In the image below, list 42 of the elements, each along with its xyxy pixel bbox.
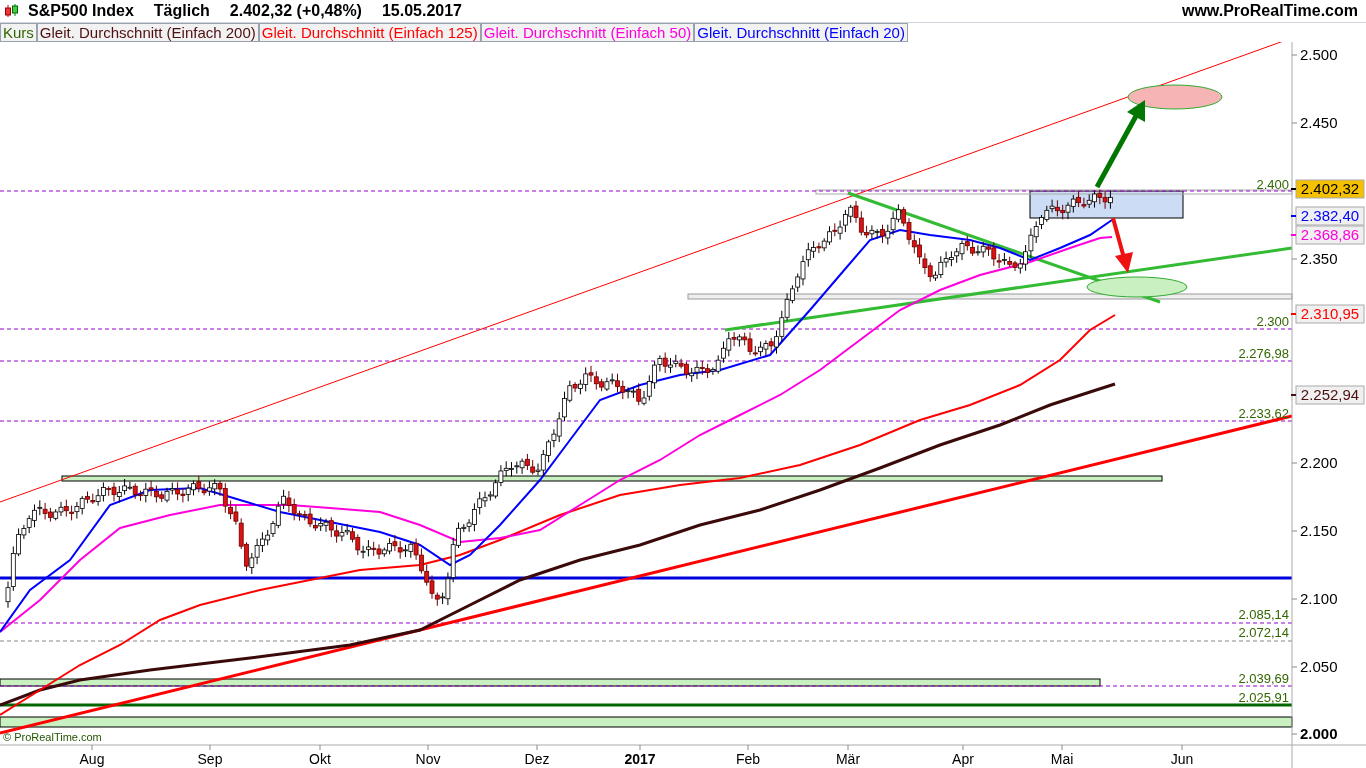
y-axis-label: 2.350 — [1300, 250, 1338, 267]
level-label: 2.072,14 — [1238, 625, 1289, 640]
y-axis-label: 2.100 — [1300, 590, 1338, 607]
level-label: 2.276,98 — [1238, 346, 1289, 361]
level-label: 2.039,69 — [1238, 671, 1289, 686]
level-label: 2.400 — [1256, 177, 1289, 192]
level-label: 2.025,91 — [1238, 690, 1289, 705]
price-marker: 2.310,95 — [1295, 304, 1365, 324]
chart-title: S&P500 Index — [28, 1, 134, 21]
x-axis-label: Sep — [197, 751, 223, 767]
x-axis-label: Okt — [309, 751, 331, 767]
x-axis-label: Mai — [1050, 751, 1074, 767]
x-axis-label: Mär — [835, 751, 861, 767]
legend-item[interactable]: Gleit. Durchschnitt (Einfach 125) — [258, 23, 481, 42]
legend-item[interactable]: Gleit. Durchschnitt (Einfach 200) — [36, 23, 259, 42]
level-label: 2.085,14 — [1238, 607, 1289, 622]
x-axis-label: Jun — [1170, 751, 1194, 767]
x-axis-label: Dez — [524, 751, 550, 767]
y-axis-label: 2.050 — [1300, 658, 1338, 675]
chart-date: 15.05.2017 — [381, 1, 462, 21]
x-axis-label: Nov — [415, 751, 441, 767]
x-axis-label: Apr — [952, 751, 974, 767]
y-axis-label: 2.450 — [1300, 114, 1338, 131]
price-marker: 2.368,86 — [1295, 225, 1365, 245]
x-axis-label: 2017 — [624, 751, 656, 767]
x-axis-label: Feb — [735, 751, 761, 767]
copyright-text: © ProRealTime.com — [3, 731, 102, 743]
period-label: Täglich — [153, 1, 210, 21]
y-axis-label: 2.150 — [1300, 522, 1338, 539]
price-marker: 2.382,40 — [1295, 206, 1365, 226]
price-change: 2.402,32 (+0,48%) — [229, 1, 362, 21]
y-axis-label: 2.000 — [1300, 725, 1338, 742]
x-axis-label: Aug — [79, 751, 105, 767]
level-label: 2.300 — [1256, 314, 1289, 329]
y-axis-label: 2.500 — [1300, 46, 1338, 63]
y-axis-label: 2.200 — [1300, 454, 1338, 471]
price-marker: 2.252,94 — [1295, 385, 1365, 405]
legend-item[interactable]: Kurs — [0, 23, 37, 42]
legend-item[interactable]: Gleit. Durchschnitt (Einfach 20) — [694, 23, 908, 42]
level-label: 2.233,62 — [1238, 406, 1289, 421]
price-marker: 2.402,32 — [1295, 179, 1365, 199]
site-link[interactable]: www.ProRealTime.com — [1181, 0, 1362, 23]
